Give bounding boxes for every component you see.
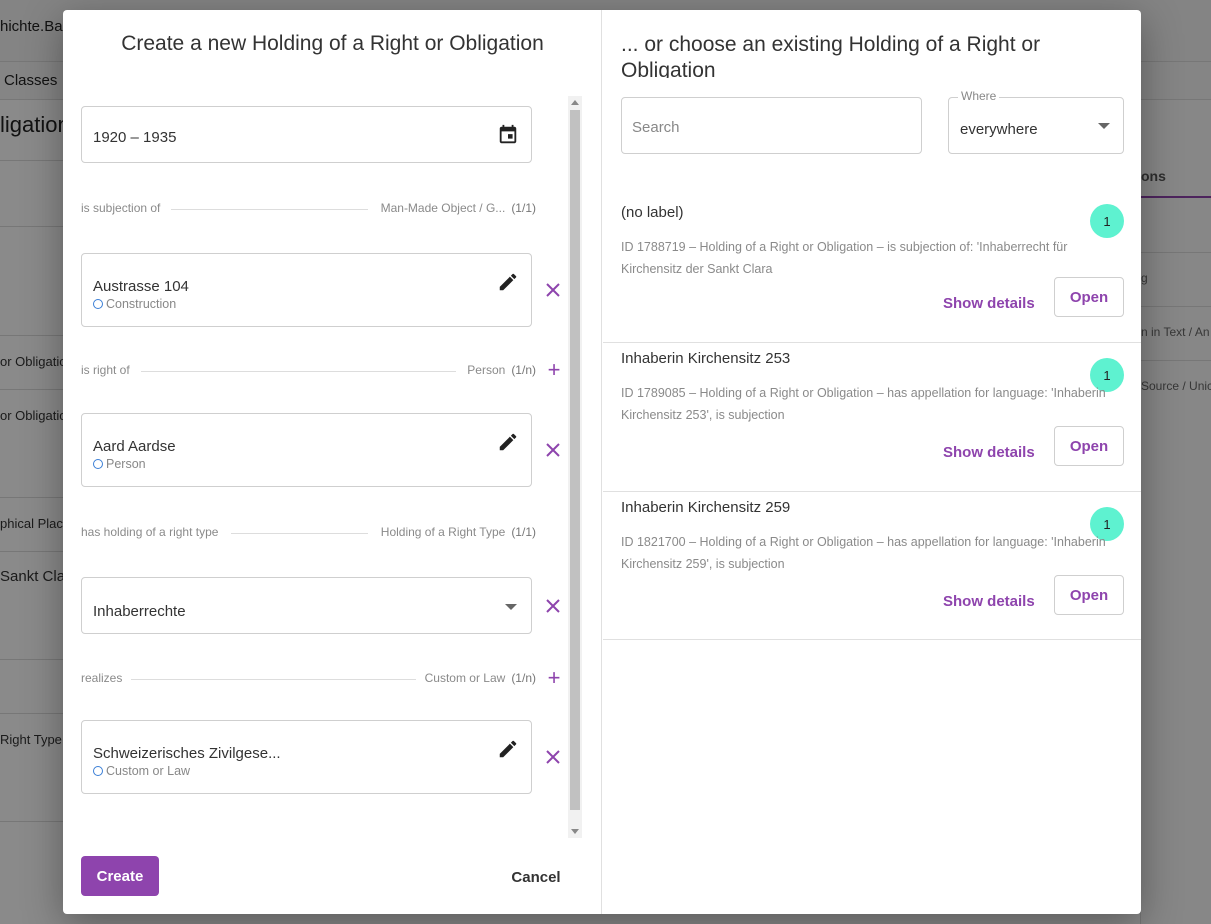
remove-person-button[interactable] <box>541 438 565 462</box>
relation-target: Holding of a Right Type (1/1) <box>372 525 536 539</box>
relation-cardinality: (1/1) <box>511 525 536 539</box>
relation-target: Man-Made Object / G... (1/1) <box>372 201 536 215</box>
open-button[interactable]: Open <box>1054 277 1124 317</box>
scroll-up-arrow-icon[interactable] <box>571 100 579 105</box>
relation-target-class: Custom or Law <box>424 671 506 685</box>
result-item[interactable]: Inhaberin Kirchensitz 259 1 ID 1821700 –… <box>603 492 1141 640</box>
relation-label: is subjection of <box>81 201 169 215</box>
relation-label: is right of <box>81 363 138 377</box>
result-description: ID 1789085 – Holding of a Right or Oblig… <box>621 386 1106 422</box>
chevron-down-icon <box>505 604 517 610</box>
custom-or-law-item[interactable]: Schweizerisches Zivilgese... Custom or L… <box>81 720 532 794</box>
subjection-item-class-label: Construction <box>106 297 177 311</box>
person-item-class: Person <box>93 457 146 471</box>
class-icon <box>93 766 103 776</box>
where-select[interactable]: Where everywhere <box>948 89 1124 154</box>
timespan-value: 1920 – 1935 <box>93 129 177 146</box>
cancel-button[interactable]: Cancel <box>499 866 573 888</box>
relation-has-holding-of-right-type: has holding of a right type Holding of a… <box>81 525 536 541</box>
result-title: Inhaberin Kirchensitz 253 <box>621 350 791 367</box>
subjection-item-class: Construction <box>93 297 176 311</box>
search-field[interactable] <box>621 97 922 154</box>
result-item[interactable]: Inhaberin Kirchensitz 253 1 ID 1789085 –… <box>603 343 1141 492</box>
show-details-button[interactable]: Show details <box>943 295 1035 312</box>
scroll-down-arrow-icon[interactable] <box>571 829 579 834</box>
custom-or-law-item-class-label: Custom or Law <box>106 764 191 778</box>
result-title: Inhaberin Kirchensitz 259 <box>621 499 791 516</box>
where-select-label: Where <box>958 89 1000 103</box>
add-person-button[interactable]: + <box>544 359 564 381</box>
show-details-button[interactable]: Show details <box>943 444 1035 461</box>
choose-pane-title: ... or choose an existing Holding of a R… <box>621 33 1041 78</box>
open-button[interactable]: Open <box>1054 575 1124 615</box>
relation-target-class: Person <box>467 363 506 377</box>
relation-target: Person (1/n) <box>459 363 536 377</box>
subjection-item-name: Austrasse 104 <box>93 278 189 295</box>
close-icon <box>546 750 560 764</box>
right-type-select-value: Inhaberrechte <box>93 603 186 620</box>
create-button[interactable]: Create <box>81 856 159 896</box>
choose-existing-pane: ... or choose an existing Holding of a R… <box>603 10 1141 914</box>
relation-divider <box>171 209 368 210</box>
edit-icon[interactable] <box>496 430 520 454</box>
subjection-item[interactable]: Austrasse 104 Construction <box>81 253 532 327</box>
relation-realizes: realizes Custom or Law (1/n) <box>81 671 536 687</box>
timespan-field[interactable]: 1920 – 1935 <box>81 106 532 163</box>
relation-label: has holding of a right type <box>81 525 227 539</box>
chevron-down-icon <box>1098 123 1110 129</box>
create-pane-title: Create a new Holding of a Right or Oblig… <box>121 32 544 55</box>
relation-target-class: Man-Made Object / G... <box>380 201 506 215</box>
custom-or-law-item-name: Schweizerisches Zivilgese... <box>93 745 281 762</box>
show-details-button[interactable]: Show details <box>943 593 1035 610</box>
relation-cardinality: (1/1) <box>511 201 536 215</box>
relation-divider <box>231 533 368 534</box>
scrollbar-thumb[interactable] <box>570 110 580 810</box>
relation-is-subjection-of: is subjection of Man-Made Object / G... (… <box>81 201 536 217</box>
relation-target: Custom or Law (1/n) <box>416 671 536 685</box>
remove-custom-or-law-button[interactable] <box>541 745 565 769</box>
form-scrollbar[interactable] <box>568 96 582 838</box>
class-icon <box>93 459 103 469</box>
result-item[interactable]: (no label) 1 ID 1788719 – Holding of a R… <box>603 194 1141 343</box>
add-custom-or-law-button[interactable]: + <box>544 667 564 689</box>
result-count-badge: 1 <box>1090 204 1124 238</box>
close-icon <box>546 283 560 297</box>
right-type-select[interactable]: Inhaberrechte <box>81 577 532 634</box>
relation-divider <box>131 679 416 680</box>
relation-label: realizes <box>81 671 131 685</box>
remove-right-type-button[interactable] <box>541 594 565 618</box>
custom-or-law-item-class: Custom or Law <box>93 764 190 778</box>
close-icon <box>546 599 560 613</box>
person-item-class-label: Person <box>106 457 146 471</box>
relation-divider <box>141 371 456 372</box>
search-input[interactable] <box>632 116 912 138</box>
calendar-icon[interactable] <box>496 123 520 147</box>
result-title: (no label) <box>621 204 684 221</box>
relation-cardinality: (1/n) <box>511 671 536 685</box>
where-select-value: everywhere <box>960 121 1038 138</box>
relation-target-class: Holding of a Right Type <box>380 525 506 539</box>
create-or-choose-dialog: Create a new Holding of a Right or Oblig… <box>63 10 1141 914</box>
create-pane: Create a new Holding of a Right or Oblig… <box>63 10 602 914</box>
relation-cardinality: (1/n) <box>511 363 536 377</box>
edit-icon[interactable] <box>496 270 520 294</box>
person-item-name: Aard Aardse <box>93 438 176 455</box>
edit-icon[interactable] <box>496 737 520 761</box>
result-description: ID 1788719 – Holding of a Right or Oblig… <box>621 240 1068 276</box>
class-icon <box>93 299 103 309</box>
remove-subjection-button[interactable] <box>541 278 565 302</box>
person-item[interactable]: Aard Aardse Person <box>81 413 532 487</box>
result-description: ID 1821700 – Holding of a Right or Oblig… <box>621 535 1106 571</box>
close-icon <box>546 443 560 457</box>
relation-is-right-of: is right of Person (1/n) <box>81 363 536 379</box>
open-button[interactable]: Open <box>1054 426 1124 466</box>
